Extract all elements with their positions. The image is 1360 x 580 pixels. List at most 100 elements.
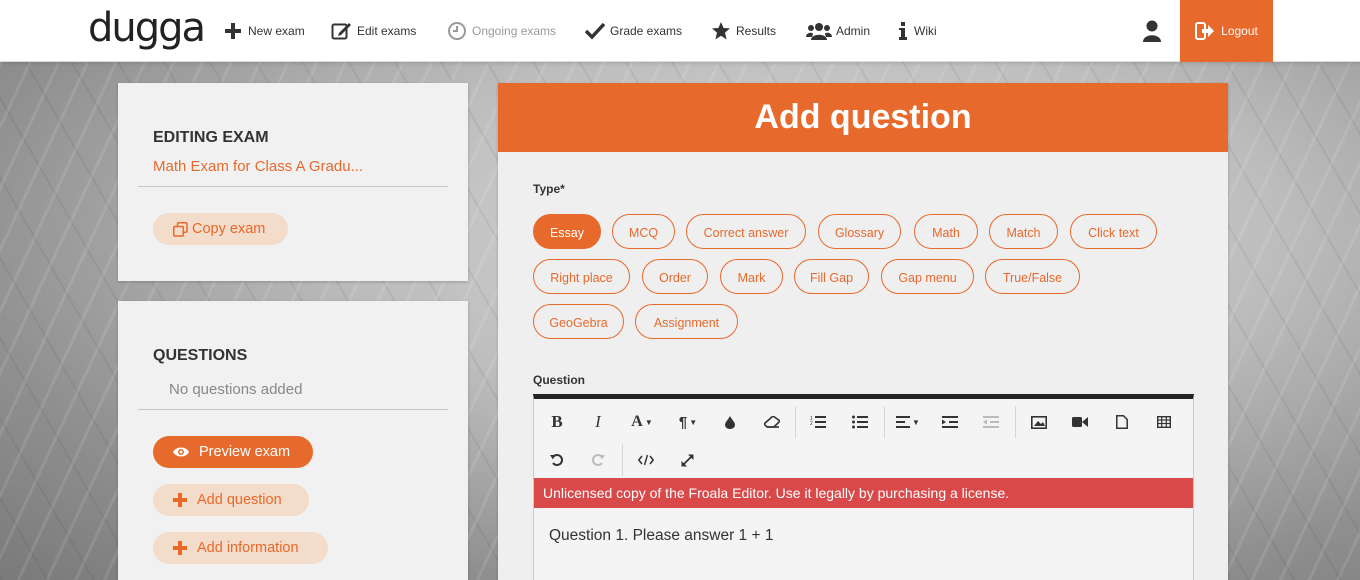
logout-label: Logout (1221, 24, 1258, 38)
svg-text:2: 2 (810, 421, 813, 427)
video-icon (1072, 417, 1088, 427)
code-icon (638, 454, 654, 466)
insert-file-button[interactable] (1106, 407, 1138, 437)
editor-content[interactable]: Question 1. Please answer 1 + 1 (549, 527, 773, 545)
add-question-card: Add question Type* Essay MCQ Correct ans… (498, 83, 1228, 580)
type-gap-menu[interactable]: Gap menu (881, 259, 974, 294)
add-question-button[interactable]: Add question (153, 484, 309, 516)
clear-format-button[interactable] (756, 407, 788, 437)
image-icon (1031, 415, 1047, 429)
edit-icon (331, 21, 353, 41)
type-correct-answer[interactable]: Correct answer (686, 214, 806, 249)
nav-ongoing-exams[interactable]: Ongoing exams (446, 0, 556, 62)
ordered-list-button[interactable]: 12 (802, 407, 834, 437)
preview-exam-button[interactable]: Preview exam (153, 436, 313, 468)
plus-icon (222, 21, 244, 41)
font-family-button[interactable]: A ▼ (625, 407, 659, 437)
paragraph-format-button[interactable]: ¶ ▼ (671, 407, 705, 437)
outdent-button[interactable] (975, 407, 1007, 437)
copy-icon (173, 221, 188, 237)
add-information-button[interactable]: Add information (153, 532, 328, 564)
insert-video-button[interactable] (1064, 407, 1096, 437)
users-icon (806, 21, 832, 41)
editing-exam-title: EDITING EXAM (153, 129, 269, 146)
divider (138, 186, 448, 187)
nav-label: Ongoing exams (472, 24, 557, 38)
code-view-button[interactable] (630, 445, 662, 475)
nav-label: Grade exams (610, 24, 683, 38)
type-match[interactable]: Match (989, 214, 1058, 249)
type-geogebra[interactable]: GeoGebra (533, 304, 624, 339)
insert-image-button[interactable] (1023, 407, 1055, 437)
bold-icon: B (551, 412, 563, 431)
align-left-icon (896, 416, 911, 428)
license-warning: Unlicensed copy of the Froala Editor. Us… (534, 478, 1193, 508)
caret-down-icon: ▼ (644, 417, 653, 427)
italic-button[interactable]: I (582, 407, 614, 437)
unordered-list-icon (852, 415, 868, 429)
eye-icon (173, 446, 189, 458)
type-order[interactable]: Order (642, 259, 708, 294)
rich-text-editor: B I A ▼ ¶ ▼ 12 ▼ Unlicensed copy of the … (533, 394, 1194, 580)
plus-icon (173, 493, 187, 507)
unordered-list-button[interactable] (844, 407, 876, 437)
redo-icon (592, 454, 605, 466)
nav-grade-exams[interactable]: Grade exams (584, 0, 682, 62)
type-mark[interactable]: Mark (720, 259, 783, 294)
type-mcq[interactable]: MCQ (612, 214, 675, 249)
nav-new-exam[interactable]: New exam (222, 0, 305, 62)
type-label: Type* (533, 182, 565, 196)
redo-button[interactable] (582, 445, 614, 475)
add-information-label: Add information (197, 540, 299, 556)
nav-wiki[interactable]: Wiki (896, 0, 937, 62)
plus-icon (173, 541, 187, 555)
preview-exam-label: Preview exam (199, 444, 291, 460)
logout-button[interactable]: Logout (1180, 0, 1273, 62)
check-icon (584, 21, 606, 41)
fullscreen-button[interactable] (671, 445, 703, 475)
bold-button[interactable]: B (541, 407, 573, 437)
type-fill-gap[interactable]: Fill Gap (794, 259, 869, 294)
nav-label: New exam (248, 24, 305, 38)
insert-table-button[interactable] (1148, 407, 1180, 437)
expand-icon (681, 454, 693, 466)
indent-button[interactable] (934, 407, 966, 437)
clock-icon (446, 21, 468, 41)
nav-edit-exams[interactable]: Edit exams (331, 0, 416, 62)
type-math[interactable]: Math (914, 214, 978, 249)
type-glossary[interactable]: Glossary (818, 214, 901, 249)
nav-label: Admin (836, 24, 871, 38)
user-icon[interactable] (1141, 20, 1163, 44)
info-icon (896, 21, 910, 41)
undo-button[interactable] (541, 445, 573, 475)
copy-exam-label: Copy exam (192, 221, 266, 237)
align-button[interactable]: ▼ (891, 407, 925, 437)
type-essay[interactable]: Essay (533, 214, 601, 249)
outdent-icon (983, 416, 999, 428)
nav-label: Results (736, 24, 777, 38)
nav-results[interactable]: Results (710, 0, 776, 62)
type-assignment[interactable]: Assignment (635, 304, 738, 339)
toolbar-separator (884, 406, 885, 438)
logo[interactable]: dugga (88, 4, 206, 56)
paragraph-icon: ¶ (678, 413, 688, 431)
font-icon: A (631, 413, 643, 430)
questions-panel: QUESTIONS No questions added Preview exa… (118, 301, 468, 580)
nav-admin[interactable]: Admin (806, 0, 870, 62)
no-questions-text: No questions added (169, 381, 303, 398)
question-label: Question (533, 373, 586, 387)
type-right-place[interactable]: Right place (533, 259, 630, 294)
file-icon (1116, 415, 1128, 429)
undo-icon (550, 454, 563, 466)
toolbar-separator (1015, 406, 1016, 438)
copy-exam-button[interactable]: Copy exam (153, 213, 288, 245)
questions-title: QUESTIONS (153, 347, 248, 364)
logout-icon (1195, 22, 1215, 40)
toolbar-separator (795, 406, 796, 438)
indent-icon (942, 416, 958, 428)
divider (138, 409, 448, 410)
type-true-false[interactable]: True/False (985, 259, 1080, 294)
page-title: Add question (498, 83, 1228, 152)
type-click-text[interactable]: Click text (1070, 214, 1157, 249)
color-button[interactable] (714, 407, 746, 437)
